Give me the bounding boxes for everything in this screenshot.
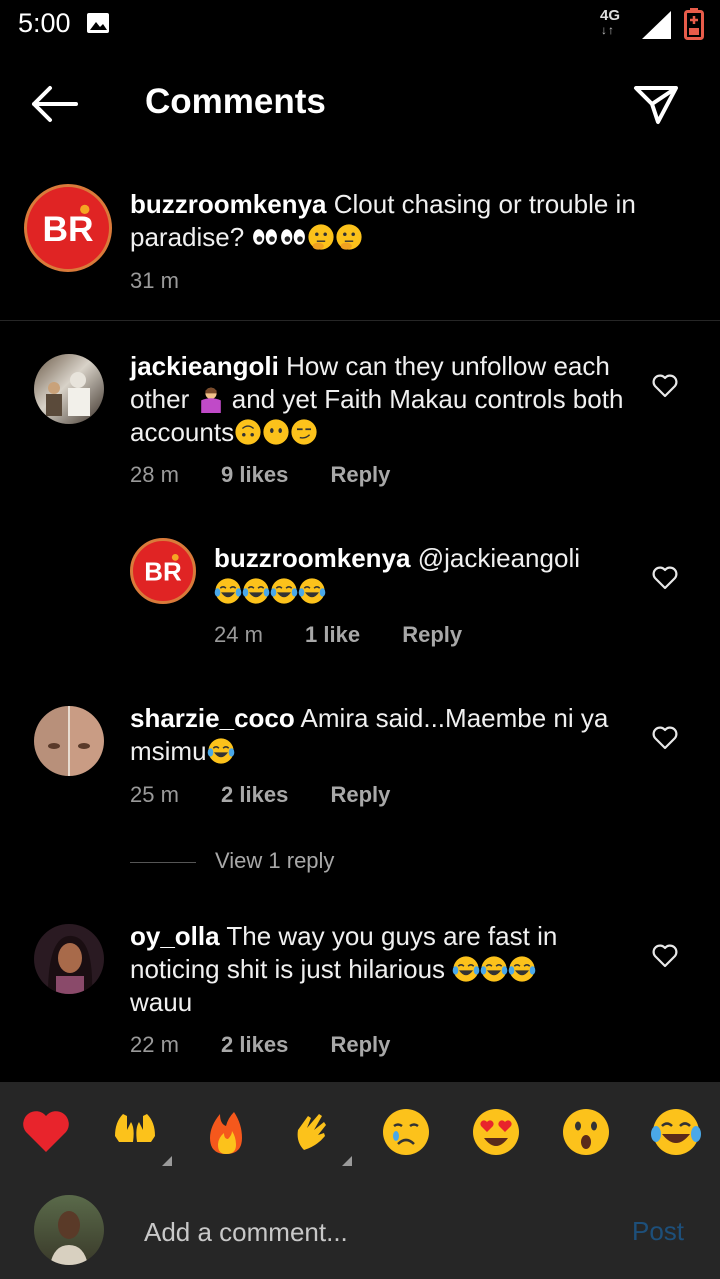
eyes-icon (253, 229, 278, 245)
username[interactable]: sharzie_coco (130, 703, 295, 733)
face-without-mouth-icon (262, 418, 290, 446)
comment-time: 31 m (130, 268, 179, 293)
crying-face-icon[interactable] (380, 1106, 432, 1158)
divider (0, 320, 720, 321)
signal-icon (642, 11, 671, 39)
eyes-icon (281, 229, 306, 245)
view-replies-line (130, 862, 196, 863)
likes-count[interactable]: 2 likes (221, 1032, 288, 1057)
battery-low-icon (684, 8, 704, 40)
back-arrow-icon[interactable] (28, 82, 80, 126)
likes-count[interactable]: 2 likes (221, 782, 288, 807)
status-time: 5:00 (18, 8, 71, 38)
like-heart-icon[interactable] (652, 566, 678, 590)
avatar[interactable]: BR (130, 538, 196, 604)
heart-eyes-icon[interactable] (470, 1106, 522, 1158)
comment-time: 22 m (130, 1032, 179, 1057)
page-title: Comments (145, 82, 326, 121)
reply-button[interactable]: Reply (330, 462, 390, 487)
comment-text: wauu (130, 987, 193, 1017)
tears-of-joy-icon (270, 577, 298, 605)
like-heart-icon[interactable] (652, 944, 678, 968)
likes-count[interactable]: 1 like (305, 622, 360, 647)
thinking-face-icon (307, 223, 335, 250)
comment-time: 25 m (130, 782, 179, 807)
svg-text:BR: BR (42, 209, 93, 249)
post-caption: BR buzzroomkenya Clout chasing or troubl… (0, 170, 720, 320)
tears-of-joy-icon (298, 577, 326, 605)
avatar[interactable] (34, 706, 104, 776)
comment-time: 24 m (214, 622, 263, 647)
like-heart-icon[interactable] (652, 726, 678, 750)
tears-of-joy-icon (214, 577, 242, 605)
quick-emoji-bar (0, 1082, 720, 1182)
username[interactable]: buzzroomkenya (130, 189, 327, 219)
tears-of-joy-icon (452, 955, 480, 983)
comment-item: oy_olla The way you guys are fast in not… (0, 920, 720, 1070)
direct-send-icon[interactable] (632, 82, 680, 126)
image-notification-icon (87, 13, 109, 33)
tears-of-joy-icon[interactable] (650, 1106, 702, 1158)
comment-input[interactable] (144, 1210, 604, 1254)
avatar[interactable] (34, 924, 104, 994)
upside-down-face-icon (234, 418, 262, 446)
post-button[interactable]: Post (632, 1216, 684, 1247)
like-heart-icon[interactable] (652, 374, 678, 398)
reply-button[interactable]: Reply (330, 782, 390, 807)
mention-link[interactable]: @jackieangoli (418, 543, 580, 573)
fire-icon[interactable] (200, 1106, 252, 1158)
avatar[interactable]: BR (24, 184, 112, 272)
username[interactable]: jackieangoli (130, 351, 279, 381)
username[interactable]: buzzroomkenya (214, 543, 411, 573)
current-user-avatar (34, 1195, 104, 1265)
status-bar: 5:00 4G ↓↑ (0, 0, 720, 50)
buzzroom-logo-icon: BR (144, 553, 182, 587)
tears-of-joy-icon (207, 737, 234, 765)
username[interactable]: oy_olla (130, 921, 220, 951)
comment-time: 28 m (130, 462, 179, 487)
clapping-hands-icon[interactable] (290, 1106, 342, 1158)
comment-item: sharzie_coco Amira said...Maembe ni ya m… (0, 702, 720, 812)
header: Comments (0, 60, 720, 150)
person-shrugging-icon (200, 387, 221, 413)
network-type: 4G (600, 7, 621, 24)
reply-button[interactable]: Reply (330, 1032, 390, 1057)
reply-item: BR buzzroomkenya @jackieangoli 24 m 1 li… (0, 538, 720, 668)
network-activity-icon: ↓↑ (601, 23, 615, 37)
buzzroom-logo-icon: BR (42, 204, 94, 249)
reply-button[interactable]: Reply (402, 622, 462, 647)
comment-composer: Post (0, 1082, 720, 1279)
thinking-face-icon (335, 223, 363, 250)
svg-text:BR: BR (144, 559, 182, 587)
tears-of-joy-icon (508, 955, 536, 983)
tears-of-joy-icon (480, 955, 508, 983)
avatar[interactable] (34, 354, 104, 424)
raising-hands-icon[interactable] (109, 1106, 161, 1158)
likes-count[interactable]: 9 likes (221, 462, 288, 487)
tears-of-joy-icon (242, 577, 270, 605)
skin-tone-indicator (342, 1156, 352, 1166)
red-heart-icon[interactable] (20, 1106, 72, 1158)
astonished-face-icon[interactable] (560, 1106, 612, 1158)
smirking-face-icon (290, 418, 318, 446)
skin-tone-indicator (162, 1156, 172, 1166)
comment-item: jackieangoli How can they unfollow each … (0, 350, 720, 510)
view-replies-label: View 1 reply (215, 848, 335, 873)
